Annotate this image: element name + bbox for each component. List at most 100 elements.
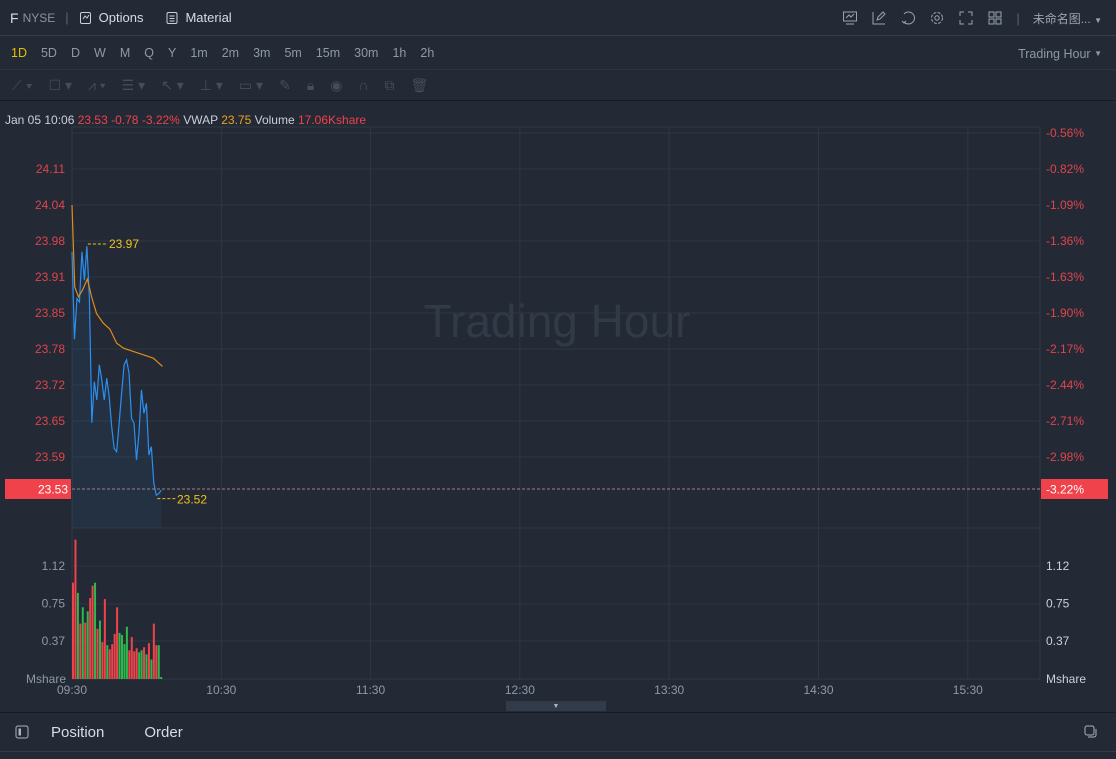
fullscreen-icon[interactable] — [958, 10, 974, 26]
price-tick-label: 23.72 — [35, 378, 65, 392]
edit-icon[interactable] — [871, 10, 887, 26]
period-w[interactable]: W — [94, 46, 106, 60]
plot-frame — [71, 126, 1041, 680]
pct-tick-label: -1.36% — [1046, 234, 1084, 248]
layout-grid-icon[interactable] — [987, 10, 1003, 26]
tab-position[interactable]: Position — [51, 724, 104, 741]
period-2h[interactable]: 2h — [420, 46, 434, 60]
period-1h[interactable]: 1h — [392, 46, 406, 60]
period-5m[interactable]: 5m — [284, 46, 301, 60]
period-2m[interactable]: 2m — [222, 46, 239, 60]
caret-down-icon: ▼ — [1094, 15, 1102, 25]
price-tick-label: 23.85 — [35, 306, 65, 320]
symbol[interactable]: F — [10, 10, 19, 26]
volume-bar — [113, 633, 116, 679]
quote-info-line: Jan 05 10:06 23.53 -0.78 -3.22% VWAP 23.… — [5, 113, 366, 127]
info-vwap: 23.75 — [221, 113, 252, 127]
period-3m[interactable]: 3m — [253, 46, 270, 60]
pct-tick-label: -2.44% — [1046, 378, 1084, 392]
period-y[interactable]: Y — [168, 46, 176, 60]
options-label: Options — [98, 10, 144, 25]
current-pct-label: -3.22% — [1046, 483, 1084, 497]
top-toolbar: F NYSE | Options Material | 未命名图... ▼ — [0, 0, 1116, 36]
volume-bar — [121, 634, 123, 679]
volume-unit-label-right: Mshare — [1046, 672, 1086, 686]
divider: | — [1016, 10, 1020, 26]
clone-icon[interactable]: ⧉ — [385, 77, 395, 94]
volume-bar — [135, 648, 138, 679]
volume-bar — [89, 598, 92, 679]
collapse-panel-handle[interactable]: ▼ — [506, 701, 606, 711]
pattern-tool-icon[interactable]: ⩘ ▾ — [88, 77, 106, 94]
period-5d[interactable]: 5D — [41, 46, 57, 60]
measure-tool-icon[interactable]: ⊥ ▾ — [200, 77, 223, 94]
volume-bar — [81, 607, 84, 679]
info-vwap-label: VWAP — [183, 113, 218, 127]
gear-icon[interactable] — [929, 10, 945, 26]
period-15m[interactable]: 15m — [316, 46, 340, 60]
rectangle-tool-icon[interactable]: ☐ ▾ — [49, 77, 72, 94]
refresh-icon[interactable] — [900, 10, 916, 26]
volume-tick-label: 0.37 — [42, 634, 66, 648]
period-m[interactable]: M — [120, 46, 130, 60]
volume-bar — [152, 623, 155, 679]
lock-icon[interactable]: 🔒︎ — [307, 77, 314, 94]
trash-icon[interactable]: 🗑︎ — [411, 77, 429, 94]
popout-icon[interactable] — [1084, 725, 1098, 739]
volume-bar — [118, 632, 121, 679]
period-30m[interactable]: 30m — [354, 46, 378, 60]
volume-tick-label: 1.12 — [42, 559, 66, 573]
info-price: 23.53 — [77, 113, 108, 127]
time-tick-label: 10:30 — [206, 683, 236, 697]
volume-bar — [130, 636, 133, 679]
panel-toggle-icon[interactable] — [15, 725, 29, 739]
volume-bar — [133, 651, 136, 679]
vwap-line — [71, 204, 163, 367]
bottom-panel: Position Order — [0, 712, 1116, 752]
period-1m[interactable]: 1m — [190, 46, 207, 60]
high-label: 23.97 — [109, 237, 139, 251]
magnet-icon[interactable]: ∩ — [358, 77, 368, 93]
volume-bar — [108, 649, 111, 679]
divider: | — [65, 10, 69, 25]
volume-bar — [96, 628, 99, 679]
price-tick-label: 23.59 — [35, 450, 65, 464]
tab-order[interactable]: Order — [144, 724, 182, 741]
options-button[interactable]: Options — [79, 10, 144, 25]
material-button[interactable]: Material — [165, 10, 232, 25]
period-1d[interactable]: 1D — [11, 46, 27, 60]
volume-bar — [116, 607, 119, 679]
volume-bar — [91, 585, 94, 679]
document-icon — [165, 11, 179, 25]
drawing-toolbar: ⟋ ▾ ☐ ▾ ⩘ ▾ ☰ ▾ ↖ ▾ ⊥ ▾ ▭ ▾ ✎ 🔒︎ ◉ ∩ ⧉ 🗑… — [0, 70, 1116, 101]
intraday-chart[interactable]: Trading Hour 24.11 24.04 23.98 23.91 23.85 23… — [0, 0, 1116, 712]
fib-tool-icon[interactable]: ☰ ▾ — [122, 77, 145, 94]
layout-name-dropdown[interactable]: 未命名图... ▼ — [1033, 10, 1102, 27]
info-volume: 17.06Kshare — [297, 113, 367, 127]
volume-unit-label: Mshare — [26, 672, 66, 686]
period-bar: 1D 5D D W M Q Y 1m 2m 3m 5m 15m 30m 1h 2h Trading Hour … — [0, 37, 1116, 70]
eye-icon[interactable]: ◉ — [330, 77, 342, 94]
volume-bar — [143, 647, 146, 679]
info-volume-label: Volume — [254, 113, 295, 127]
pct-tick-label: -2.71% — [1046, 414, 1084, 428]
text-tool-icon[interactable]: ▭ ▾ — [239, 77, 263, 94]
volume-bar — [140, 650, 143, 679]
volume-bar — [150, 659, 153, 679]
price-area — [72, 246, 162, 529]
price-tick-label: 23.98 — [35, 234, 65, 248]
period-d[interactable]: D — [71, 46, 80, 60]
pencil-icon[interactable]: ✎ — [279, 77, 291, 94]
volume-bar — [84, 622, 87, 679]
volume-bar — [76, 592, 79, 679]
session-selector[interactable]: Trading Hour ▼ — [1018, 37, 1102, 70]
arrow-tool-icon[interactable]: ↖ ▾ — [161, 77, 184, 94]
period-q[interactable]: Q — [144, 46, 154, 60]
volume-bar — [106, 645, 109, 679]
indicator-icon[interactable] — [842, 10, 858, 26]
pct-tick-label: -0.56% — [1046, 126, 1084, 140]
volume-bar — [147, 643, 150, 679]
layout-name: 未命名图... — [1032, 11, 1091, 26]
line-tool-icon[interactable]: ⟋ ▾ — [12, 77, 33, 94]
info-change-pct: -3.22% — [141, 113, 180, 127]
